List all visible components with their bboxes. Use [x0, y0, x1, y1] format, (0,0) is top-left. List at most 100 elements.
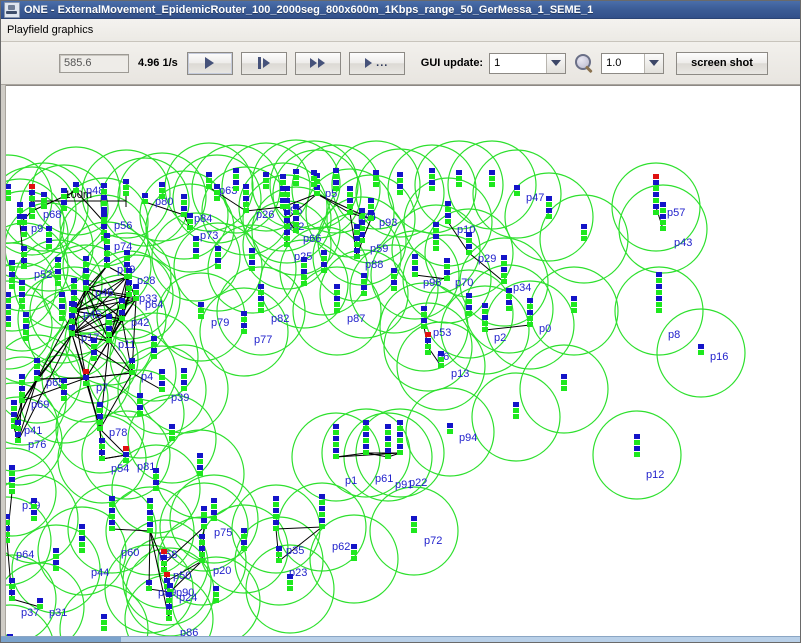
screen-shot-button[interactable]: screen shot — [676, 51, 768, 75]
gui-update-select[interactable]: 1 — [489, 52, 567, 74]
message-buffer-cell — [153, 480, 159, 485]
message-buffer-cell — [99, 438, 105, 443]
node-marker — [31, 516, 37, 521]
play-until-button[interactable]: ... — [348, 51, 405, 75]
magnifier-icon[interactable] — [575, 53, 594, 73]
message-buffer-cell — [354, 230, 360, 235]
message-buffer-cell — [198, 302, 204, 307]
message-buffer-cell — [273, 502, 279, 507]
playfield-canvas[interactable]: 100m p68p9p48p80p84p73p52p56p74p49p28p33… — [1, 86, 800, 642]
message-buffer-cell — [263, 172, 269, 177]
node-label: p57 — [667, 207, 686, 219]
node-marker — [166, 616, 172, 621]
message-buffer-cell — [181, 194, 187, 199]
node-label: p42 — [131, 317, 150, 329]
message-buffer-cell — [363, 432, 369, 437]
message-buffer-cell — [181, 380, 187, 385]
message-buffer-cell — [243, 196, 249, 201]
message-buffer-cell — [421, 318, 427, 323]
message-buffer-cell — [301, 257, 307, 262]
horizontal-scrollbar[interactable] — [1, 636, 800, 642]
step-button[interactable] — [240, 51, 287, 75]
message-buffer-cell — [249, 254, 255, 259]
message-buffer-cell — [133, 290, 139, 295]
message-buffer-cell — [287, 574, 293, 579]
node-marker — [123, 458, 129, 463]
message-buffer-cell — [656, 296, 662, 301]
node-label: p70 — [455, 277, 474, 289]
message-buffer-cell — [19, 392, 25, 397]
message-buffer-cell — [482, 309, 488, 314]
node-marker — [361, 291, 367, 296]
node-marker — [29, 214, 35, 219]
message-buffer-cell — [311, 176, 317, 181]
message-buffer-cell — [333, 442, 339, 447]
message-buffer-cell — [215, 258, 221, 263]
message-buffer-cell — [466, 299, 472, 304]
node-marker — [61, 396, 67, 401]
message-buffer-cell — [397, 420, 403, 425]
play-button[interactable] — [186, 51, 233, 75]
node-marker — [412, 272, 418, 277]
message-buffer-cell — [109, 502, 115, 507]
node-marker — [258, 308, 264, 313]
message-buffer-cell — [213, 592, 219, 597]
message-buffer-cell — [21, 214, 27, 219]
node-marker — [293, 228, 299, 233]
message-buffer-cell — [333, 448, 339, 453]
node-marker — [368, 216, 374, 221]
message-buffer-cell — [161, 561, 167, 566]
message-buffer-cell — [123, 179, 129, 184]
node-marker — [104, 263, 110, 268]
message-buffer-cell — [634, 440, 640, 445]
sim-time-field[interactable]: 585.6 — [59, 53, 129, 73]
message-buffer-cell — [634, 446, 640, 451]
zoom-level-select[interactable]: 1.0 — [601, 52, 665, 74]
node-label: p69 — [31, 399, 50, 411]
zoom-dropdown-arrow[interactable] — [644, 53, 664, 73]
message-buffer-cell — [46, 232, 52, 237]
message-buffer-cell — [106, 320, 112, 325]
message-buffer-cell — [137, 399, 143, 404]
message-buffer-cell — [9, 272, 15, 277]
message-buffer-cell — [214, 184, 220, 189]
message-buffer-cell — [319, 494, 325, 499]
menu-bar[interactable]: Playfield graphics — [1, 19, 800, 42]
message-buffer-cell — [385, 430, 391, 435]
node-marker — [61, 206, 67, 211]
message-buffer-cell — [482, 315, 488, 320]
node-label: p43 — [674, 237, 693, 249]
fast-forward-button[interactable] — [294, 51, 341, 75]
message-buffer-cell — [97, 414, 103, 419]
menu-item-playfield-graphics[interactable]: Playfield graphics — [1, 24, 93, 36]
message-buffer-cell — [215, 246, 221, 251]
scrollbar-thumb[interactable] — [1, 637, 121, 642]
node-marker — [425, 350, 431, 355]
message-buffer-cell — [373, 170, 379, 175]
message-buffer-cell — [19, 286, 25, 291]
message-buffer-cell — [438, 357, 444, 362]
message-buffer-cell — [411, 516, 417, 521]
message-buffer-cell — [21, 252, 27, 257]
message-buffer-cell — [241, 540, 247, 545]
message-buffer-cell — [656, 284, 662, 289]
message-buffer-cell — [284, 198, 290, 203]
message-transfer-indicator — [161, 549, 167, 554]
message-buffer-cell — [151, 336, 157, 341]
node-label: p16 — [710, 351, 729, 363]
message-buffer-cell — [258, 296, 264, 301]
gui-update-dropdown-arrow[interactable] — [546, 53, 566, 73]
node-marker — [241, 329, 247, 334]
node-marker — [447, 429, 453, 434]
message-buffer-cell — [293, 222, 299, 227]
message-buffer-cell — [397, 444, 403, 449]
message-buffer-cell — [17, 208, 23, 213]
message-buffer-cell — [199, 546, 205, 551]
message-buffer-cell — [656, 290, 662, 295]
message-buffer-cell — [653, 198, 659, 203]
playfield-scroll-area[interactable]: 100m p68p9p48p80p84p73p52p56p74p49p28p33… — [1, 85, 800, 642]
node-marker — [37, 604, 43, 609]
message-buffer-cell — [363, 444, 369, 449]
message-buffer-cell — [293, 169, 299, 174]
message-buffer-cell — [59, 298, 65, 303]
